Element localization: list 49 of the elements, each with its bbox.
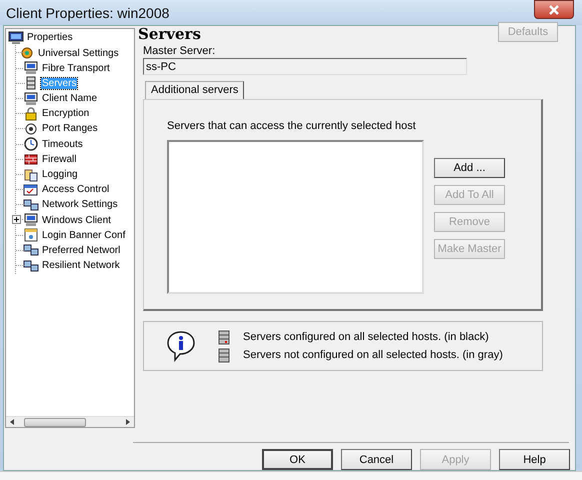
wall-icon	[23, 152, 39, 166]
lock-icon	[23, 106, 39, 121]
doc-icon	[23, 168, 39, 182]
tree-item[interactable]: Logging	[41, 169, 79, 180]
window-title: Client Properties: win2008	[6, 4, 170, 21]
horizontal-scrollbar[interactable]	[6, 416, 134, 428]
clock-icon	[23, 137, 39, 152]
window-icon	[23, 182, 39, 197]
tree-item[interactable]: Port Ranges	[41, 123, 99, 134]
scroll-thumb[interactable]	[24, 418, 86, 428]
expand-icon[interactable]	[12, 215, 21, 224]
tree-item[interactable]: Universal Settings	[37, 48, 120, 59]
tree-item[interactable]: Encryption	[41, 108, 90, 120]
computer-icon	[8, 30, 24, 45]
dialog-button[interactable]: OK	[262, 449, 333, 470]
banner-icon	[23, 228, 39, 242]
tab[interactable]: Additional servers	[145, 81, 244, 100]
field-label: Master Server:	[143, 45, 216, 58]
close-button[interactable]	[534, 0, 574, 20]
right-arrow-icon[interactable]	[124, 418, 132, 426]
info-icon	[166, 330, 196, 362]
network-icon	[23, 243, 39, 258]
list-label: Servers that can access the currently selected host	[167, 120, 417, 132]
master-server-field[interactable]: ss-PC	[143, 58, 467, 76]
tree-item[interactable]: Timeouts	[41, 138, 84, 150]
list-action-button[interactable]: Add ...	[434, 158, 505, 178]
gear-icon	[19, 46, 35, 60]
left-arrow-icon[interactable]	[8, 418, 16, 426]
page-heading: Servers	[138, 25, 201, 44]
tree-item[interactable]: Preferred Networl	[41, 244, 122, 256]
tree-item[interactable]: Fibre Transport	[41, 62, 111, 74]
network-icon	[23, 258, 39, 273]
dialog-button[interactable]: Cancel	[341, 449, 412, 470]
dialog-button[interactable]: Help	[499, 449, 570, 470]
legend-text: Servers configured on all selected hosts. (in black)	[243, 331, 489, 344]
tree-item[interactable]: Windows Client	[41, 214, 112, 226]
legend-text: Servers not configured on all selected hosts. (in gray)	[243, 349, 503, 362]
target-icon	[23, 122, 39, 136]
tree-item[interactable]: Login Banner Conf	[41, 230, 126, 241]
tree-item[interactable]: Firewall	[41, 154, 78, 165]
network-icon	[23, 198, 39, 212]
tree-item[interactable]: Access Control	[41, 184, 110, 196]
monitor-icon	[23, 213, 39, 228]
tree-item[interactable]: Client Name	[41, 93, 98, 104]
tree-item[interactable]: Network Settings	[41, 199, 119, 210]
server-list[interactable]	[167, 140, 424, 294]
close-icon[interactable]	[548, 4, 560, 15]
tree-item[interactable]: Properties	[26, 32, 74, 44]
tree-item[interactable]: Resilient Network	[41, 260, 121, 272]
